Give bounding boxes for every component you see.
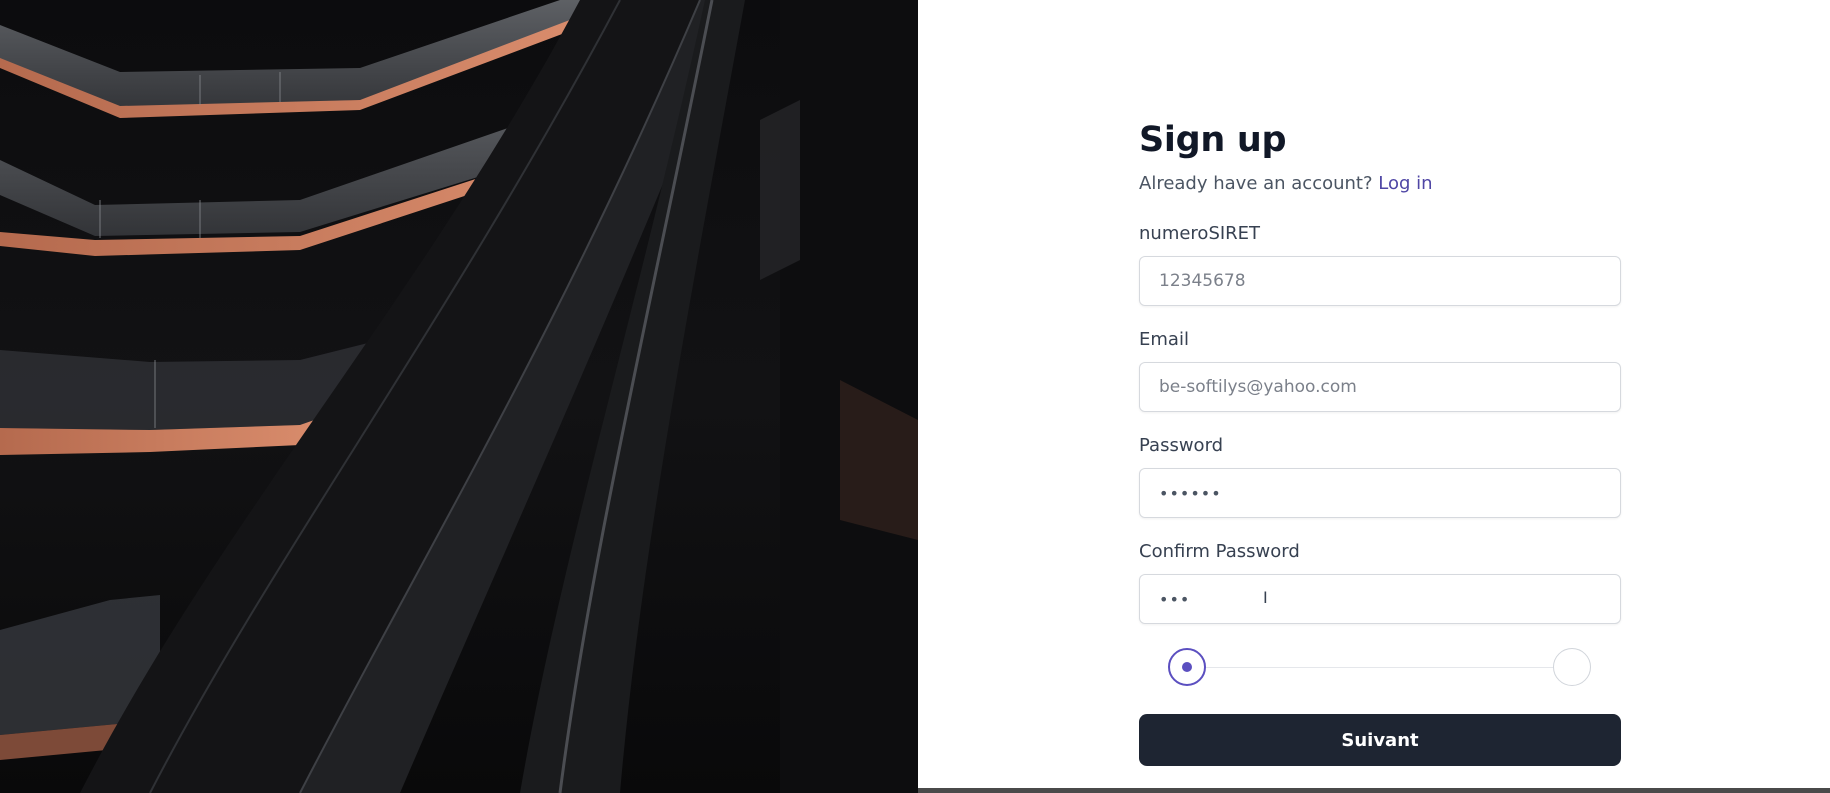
siret-field-group: numeroSIRET <box>1139 222 1621 306</box>
signup-form: Sign up Already have an account? Log in … <box>1139 118 1621 766</box>
page-title: Sign up <box>1139 120 1287 160</box>
login-link[interactable]: Log in <box>1378 173 1432 194</box>
password-input[interactable] <box>1139 468 1621 518</box>
next-button[interactable]: Suivant <box>1139 714 1621 766</box>
horizontal-scrollbar[interactable] <box>918 788 1830 793</box>
step-1-dot-icon <box>1182 662 1192 672</box>
signup-page: Sign up Already have an account? Log in … <box>0 0 1830 793</box>
text-cursor-icon: I <box>1263 588 1268 607</box>
login-prompt-text: Already have an account? <box>1139 173 1373 194</box>
architecture-photo-art <box>0 0 918 793</box>
step-connector <box>1187 667 1573 668</box>
step-indicator <box>1139 648 1621 688</box>
email-input[interactable] <box>1139 362 1621 412</box>
login-prompt: Already have an account? Log in <box>1139 172 1621 196</box>
siret-input[interactable] <box>1139 256 1621 306</box>
email-field-group: Email <box>1139 328 1621 412</box>
step-2-inactive[interactable] <box>1553 648 1591 686</box>
password-field-group: Password <box>1139 434 1621 518</box>
email-label: Email <box>1139 329 1189 350</box>
confirm-password-input[interactable] <box>1139 574 1621 624</box>
password-label: Password <box>1139 435 1224 456</box>
siret-label: numeroSIRET <box>1139 223 1261 244</box>
signup-panel: Sign up Already have an account? Log in … <box>918 0 1830 793</box>
architecture-photo <box>0 0 918 793</box>
confirm-password-label: Confirm Password <box>1139 541 1300 562</box>
confirm-password-field-group: Confirm Password I <box>1139 540 1621 624</box>
step-1-active[interactable] <box>1168 648 1206 686</box>
